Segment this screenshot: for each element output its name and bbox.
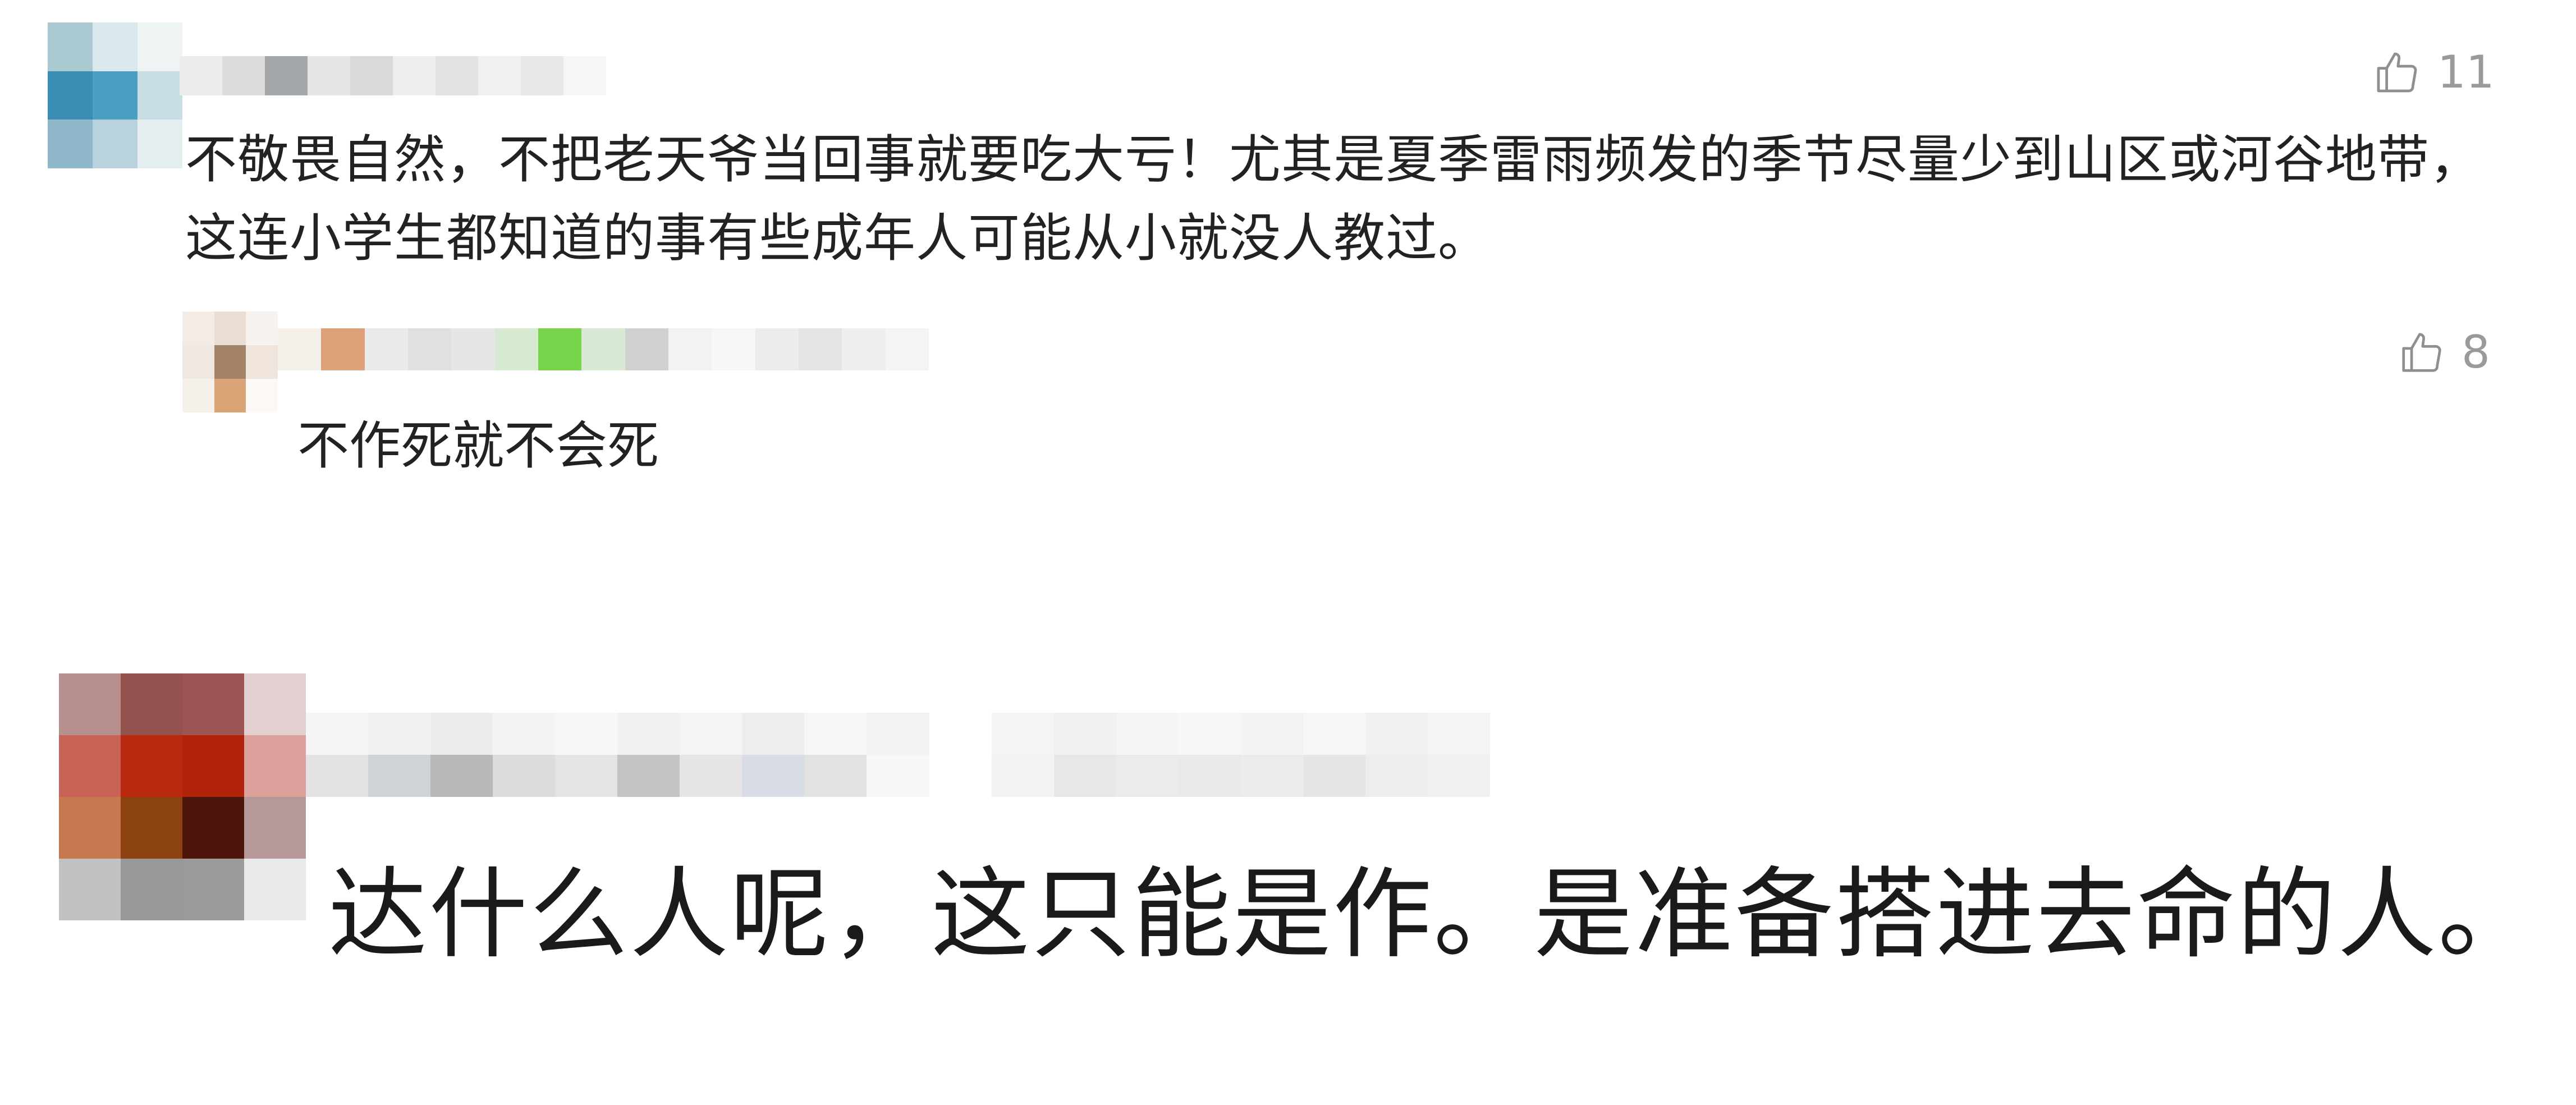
- username[interactable]: [306, 713, 1490, 797]
- comment-text: 达什么人呢，这只能是作。是准备搭进去命的人。: [328, 857, 2539, 972]
- avatar[interactable]: [182, 311, 278, 412]
- username[interactable]: [278, 328, 929, 370]
- reply-text: 不作死就不会死: [297, 416, 659, 476]
- like-button[interactable]: 8: [2396, 328, 2490, 377]
- like-count: 8: [2462, 326, 2490, 378]
- avatar[interactable]: [59, 673, 306, 920]
- like-count: 11: [2437, 46, 2495, 98]
- thumbs-up-icon: [2396, 328, 2447, 377]
- comment-text: 不敬畏自然，不把老天爷当回事就要吃大亏！尤其是夏季雷雨频发的季节尽量少到山区或河…: [185, 130, 2482, 268]
- like-button[interactable]: 11: [2371, 48, 2495, 97]
- thumbs-up-icon: [2371, 48, 2423, 97]
- avatar[interactable]: [48, 22, 182, 168]
- username[interactable]: [180, 56, 606, 95]
